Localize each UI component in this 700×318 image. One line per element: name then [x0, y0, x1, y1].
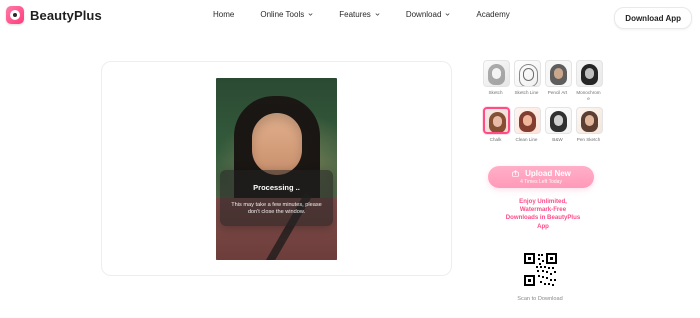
scan-to-download: Scan to Download — [517, 296, 563, 302]
nav-download-label: Download — [405, 10, 442, 19]
promo-text: Enjoy Unlimited, Watermark-Free Download… — [490, 198, 596, 231]
chevron-down-icon — [445, 12, 450, 17]
style-monochrome[interactable]: Monochrom e — [576, 60, 603, 101]
processing-overlay: Processing .. This may take a few minute… — [220, 170, 333, 226]
style-label: Clean Line — [515, 137, 538, 142]
style-thumbnail — [514, 107, 541, 134]
style-pencil-art[interactable]: Pencil Art — [545, 60, 572, 101]
style-label: Pen Sketch — [576, 137, 601, 142]
nav-academy[interactable]: Academy — [476, 10, 509, 19]
thumbnail-art — [484, 61, 509, 86]
style-label: Pencil Art — [547, 90, 568, 95]
nav-academy-label: Academy — [476, 10, 510, 19]
thumbnail-face — [493, 116, 502, 127]
style-label: B&W — [552, 137, 563, 142]
top-header: BeautyPlus Home Online Tools Features Do… — [0, 0, 700, 34]
thumbnail-face — [585, 115, 594, 126]
style-thumbnail — [483, 107, 510, 134]
style-thumbnail — [576, 107, 603, 134]
upload-new-button[interactable]: Upload New 4 Times Left Today — [488, 166, 594, 188]
promo-line-3: Downloads in BeautyPlus — [490, 214, 596, 222]
portrait-face — [252, 113, 302, 175]
thumbnail-art — [546, 108, 571, 133]
thumbnail-face — [554, 115, 563, 126]
thumbnail-face — [523, 68, 534, 81]
style-selector: Sketch Sketch Line Pencil Art Monochrom … — [483, 60, 603, 143]
style-thumbnail — [545, 107, 572, 134]
thumbnail-art — [515, 61, 540, 86]
thumbnail-art — [515, 108, 540, 133]
brand-logo[interactable]: BeautyPlus — [6, 6, 102, 24]
editor-card: Processing .. This may take a few minute… — [101, 61, 452, 276]
beautyplus-logo-icon — [6, 6, 24, 24]
style-grid: Sketch Sketch Line Pencil Art Monochrom … — [483, 60, 603, 143]
style-thumbnail — [545, 60, 572, 87]
upload-icon — [511, 169, 520, 178]
nav-online-tools[interactable]: Online Tools — [260, 10, 313, 19]
processing-photo: Processing .. This may take a few minute… — [216, 78, 337, 260]
promo-brand: BeautyPlus — [547, 214, 581, 222]
style-label: Sketch Line — [514, 90, 539, 95]
thumbnail-art — [577, 61, 602, 86]
style-label: Sketch — [488, 90, 503, 95]
style-clean-line[interactable]: Clean Line — [514, 107, 541, 143]
brand-name: BeautyPlus — [30, 7, 102, 23]
thumbnail-art — [546, 61, 571, 86]
promo-line-1: Enjoy Unlimited, — [519, 198, 567, 205]
style-thumbnail — [483, 60, 510, 87]
upload-label: Upload New — [525, 169, 571, 178]
style-label: Monochrom e — [576, 90, 601, 101]
style-thumbnail — [514, 60, 541, 87]
thumbnail-face — [585, 68, 594, 79]
nav-features-label: Features — [339, 10, 371, 19]
upload-sub: 4 Times Left Today — [520, 179, 562, 185]
processing-message: This may take a few minutes, please don'… — [231, 202, 322, 215]
thumbnail-face — [523, 115, 532, 126]
thumbnail-face — [492, 68, 501, 79]
style-bw[interactable]: B&W — [545, 107, 572, 143]
promo-line-3-text: Downloads in — [505, 214, 546, 222]
style-label: Chalk — [489, 137, 502, 142]
style-thumbnail — [576, 60, 603, 87]
style-chalk[interactable]: Chalk — [483, 107, 510, 143]
chevron-down-icon — [308, 12, 313, 17]
upload-top: Upload New — [488, 169, 594, 178]
qr-code — [522, 251, 559, 288]
style-pen-sketch[interactable]: Pen Sketch — [576, 107, 603, 143]
thumbnail-face — [554, 68, 563, 79]
processing-title: Processing .. — [253, 183, 300, 192]
download-app-button[interactable]: Download App — [614, 7, 692, 29]
promo-line-4: App — [537, 222, 549, 230]
thumbnail-art — [577, 108, 602, 133]
style-sketch[interactable]: Sketch — [483, 60, 510, 101]
top-nav: Home Online Tools Features Download Acad… — [213, 10, 510, 19]
nav-online-tools-label: Online Tools — [260, 10, 305, 19]
promo-line-2: Watermark-Free — [519, 206, 567, 214]
nav-home[interactable]: Home — [213, 10, 234, 19]
thumbnail-art — [485, 109, 508, 132]
style-sketch-line[interactable]: Sketch Line — [514, 60, 541, 101]
nav-home-label: Home — [213, 10, 235, 19]
nav-download[interactable]: Download — [406, 10, 451, 19]
chevron-down-icon — [375, 12, 380, 17]
nav-features[interactable]: Features — [339, 10, 380, 19]
